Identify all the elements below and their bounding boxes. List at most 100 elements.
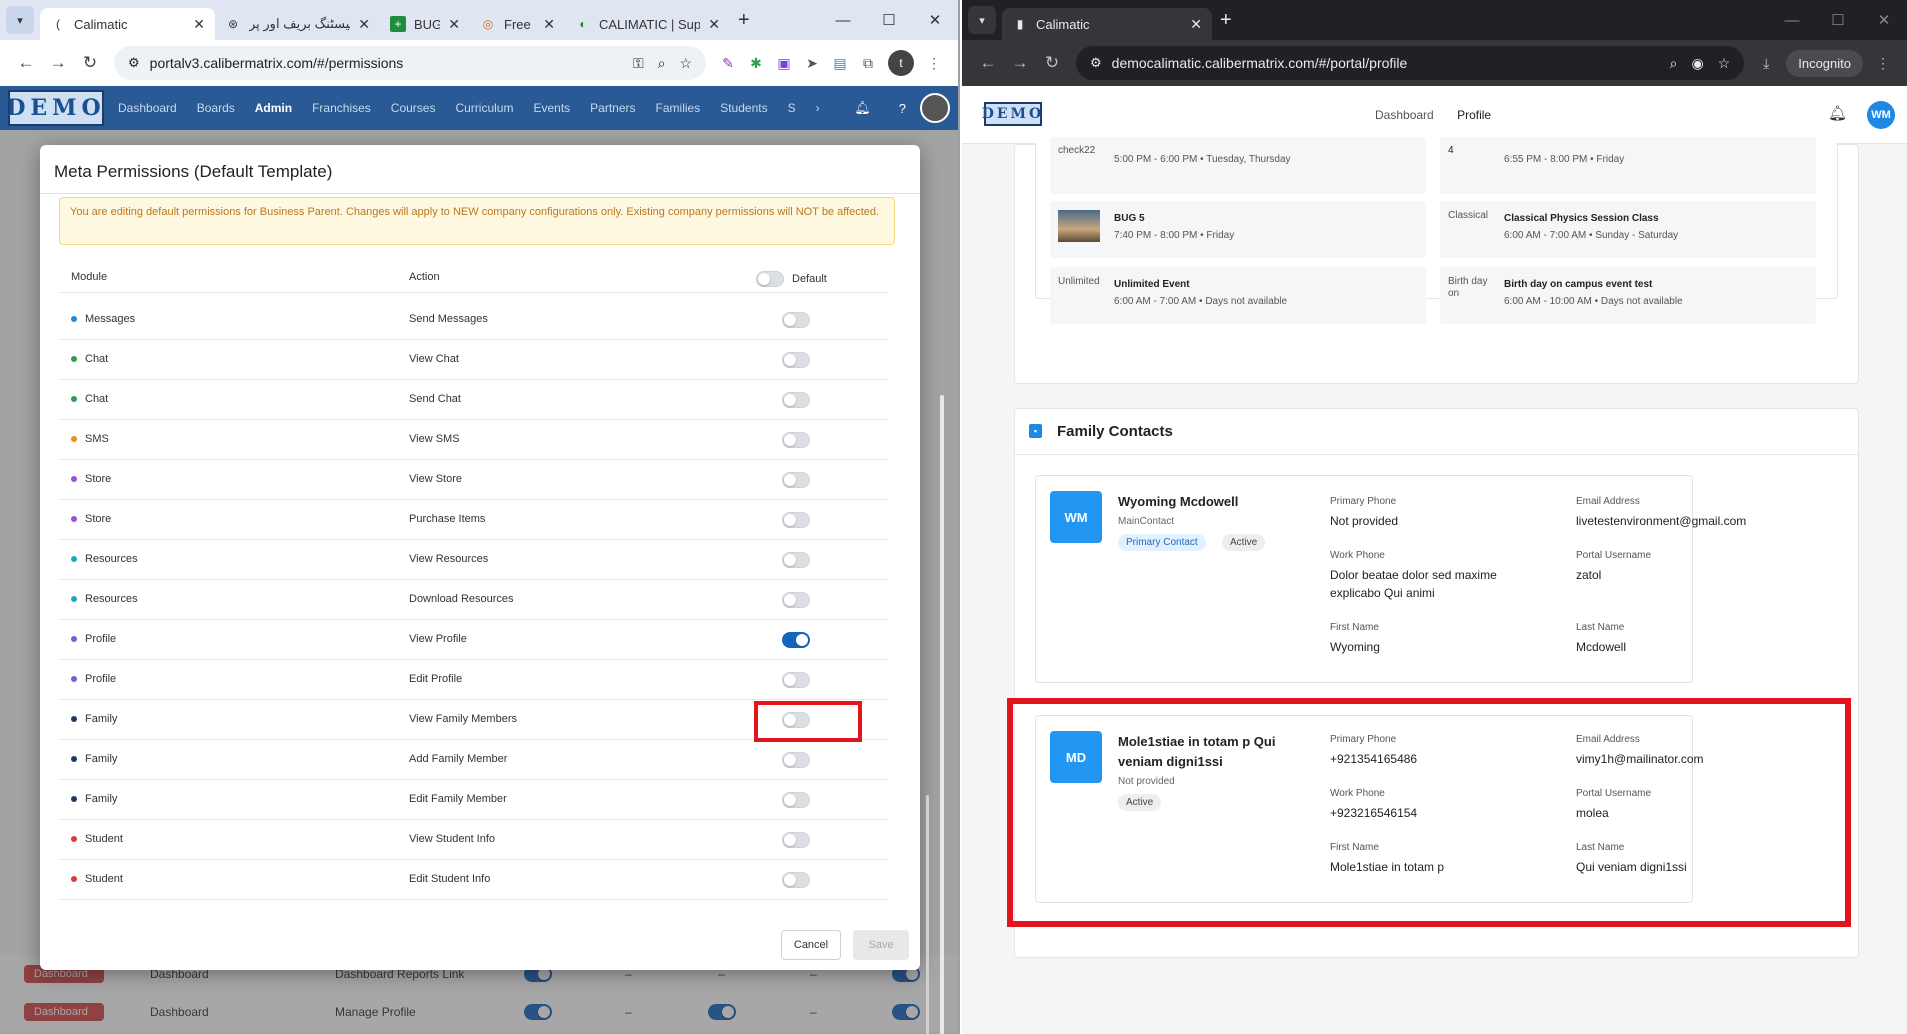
default-all-toggle[interactable] [756, 271, 784, 287]
default-permission-toggle[interactable] [782, 672, 810, 688]
nav-dashboard[interactable]: Dashboard [118, 101, 177, 115]
site-info-icon[interactable]: ⚙ [128, 55, 140, 71]
module-name: SMS [85, 433, 109, 445]
nav-profile[interactable]: Profile [1457, 108, 1491, 122]
event-card[interactable]: Unlimited Unlimited Event 6:00 AM - 7:00… [1050, 267, 1426, 324]
browser-menu-icon[interactable]: ⋮ [920, 55, 948, 72]
site-info-icon[interactable]: ⚙ [1090, 55, 1102, 71]
forward-icon[interactable]: → [42, 53, 74, 73]
extensions-puzzle-icon[interactable]: ⧉ [854, 55, 882, 72]
bug-extension-icon[interactable]: ✱ [742, 55, 770, 72]
default-permission-toggle[interactable] [782, 312, 810, 328]
back-icon[interactable]: ← [10, 53, 42, 73]
zoom-icon[interactable]: ⌕ [1670, 55, 1678, 72]
nav-events[interactable]: Events [533, 101, 570, 115]
notification-bell-icon[interactable]: 🔔︎ [1828, 104, 1847, 122]
close-tab-icon[interactable]: ✕ [358, 16, 370, 33]
default-permission-toggle[interactable] [782, 592, 810, 608]
event-thumbnail [1058, 210, 1100, 242]
default-permission-toggle[interactable] [782, 752, 810, 768]
nav-more[interactable]: S [788, 101, 796, 115]
default-permission-toggle[interactable] [782, 632, 810, 648]
event-card[interactable]: 4 6:55 PM - 8:00 PM • Friday [1440, 137, 1816, 194]
pen-extension-icon[interactable]: ✎ [714, 55, 742, 72]
right-browser-window: ▾ ▮ Calimatic ✕ + — ☐ ✕ ← → ↻ ⚙ democali… [962, 0, 1907, 1034]
default-permission-toggle[interactable] [782, 352, 810, 368]
minimize-icon[interactable]: — [820, 12, 866, 29]
nav-families[interactable]: Families [656, 101, 701, 115]
reload-icon[interactable]: ↻ [1036, 53, 1068, 73]
event-card[interactable]: Birth day on Birth day on campus event t… [1440, 267, 1816, 324]
maximize-icon[interactable]: ☐ [1815, 11, 1861, 29]
tab-calimatic-super[interactable]: ◐ CALIMATIC | Super ✕ [565, 8, 730, 40]
password-key-icon[interactable]: ⚿ [633, 55, 644, 72]
incognito-badge[interactable]: Incognito [1786, 49, 1863, 77]
nav-curriculum[interactable]: Curriculum [455, 101, 513, 115]
default-permission-toggle[interactable] [782, 472, 810, 488]
default-permission-toggle[interactable] [782, 832, 810, 848]
notification-bell-icon[interactable]: 🔔︎ [854, 100, 871, 116]
close-tab-icon[interactable]: ✕ [448, 16, 460, 33]
cancel-button[interactable]: Cancel [781, 930, 841, 960]
help-icon[interactable]: ? [899, 101, 906, 116]
cursor-extension-icon[interactable]: ➤ [798, 55, 826, 72]
event-card[interactable]: BUG 5 7:40 PM - 8:00 PM • Friday [1050, 201, 1426, 258]
user-avatar[interactable]: WM [1867, 101, 1895, 129]
event-card[interactable]: Classical Classical Physics Session Clas… [1440, 201, 1816, 258]
nav-admin[interactable]: Admin [255, 101, 292, 115]
user-avatar[interactable] [920, 93, 950, 123]
address-bar[interactable]: ⚙ democalimatic.calibermatrix.com/#/port… [1076, 46, 1745, 80]
close-window-icon[interactable]: ✕ [1861, 11, 1907, 29]
download-icon[interactable]: ⤓ [1752, 55, 1780, 72]
tab-calimatic[interactable]: ( Calimatic ✕ [40, 8, 215, 40]
maximize-icon[interactable]: ☐ [866, 11, 912, 29]
demo-logo[interactable]: DEMO [982, 102, 1042, 126]
demo-logo[interactable]: DEMO [6, 90, 104, 126]
profile-avatar[interactable]: t [888, 50, 914, 76]
table-scrollbar-thumb[interactable] [926, 795, 929, 1034]
default-permission-toggle[interactable] [782, 432, 810, 448]
tab-free[interactable]: ◎ Free ✕ [470, 8, 565, 40]
tab-search-button[interactable]: ▾ [968, 6, 996, 34]
module-color-dot-icon [71, 796, 77, 802]
address-bar[interactable]: ⚙ portalv3.calibermatrix.com/#/permissio… [114, 46, 706, 80]
zoom-icon[interactable]: ⌕ [658, 55, 666, 72]
nav-partners[interactable]: Partners [590, 101, 635, 115]
tab-search-button[interactable]: ▾ [6, 6, 34, 34]
browser-menu-icon[interactable]: ⋮ [1869, 55, 1897, 72]
nav-franchises[interactable]: Franchises [312, 101, 371, 115]
close-tab-icon[interactable]: ✕ [543, 16, 555, 33]
reload-icon[interactable]: ↻ [74, 53, 106, 73]
edit-extension-icon[interactable]: ▣ [770, 55, 798, 72]
new-tab-button[interactable]: + [738, 9, 750, 32]
nav-students[interactable]: Students [720, 101, 767, 115]
bookmark-star-icon[interactable]: ☆ [1718, 55, 1731, 72]
back-icon[interactable]: ← [972, 53, 1004, 73]
new-tab-button[interactable]: + [1220, 9, 1232, 32]
default-permission-toggle[interactable] [782, 392, 810, 408]
nav-courses[interactable]: Courses [391, 101, 436, 115]
fj-extension-icon[interactable]: ▤ [826, 55, 854, 72]
nav-boards[interactable]: Boards [197, 101, 235, 115]
forward-icon[interactable]: → [1004, 53, 1036, 73]
nav-scroll-right-icon[interactable]: › [816, 101, 820, 115]
close-tab-icon[interactable]: ✕ [1190, 16, 1202, 33]
tab-calimatic[interactable]: ▮ Calimatic ✕ [1002, 8, 1212, 40]
modal-scrollbar[interactable] [940, 395, 944, 1034]
close-window-icon[interactable]: ✕ [912, 11, 958, 29]
close-tab-icon[interactable]: ✕ [708, 16, 720, 33]
tracking-protection-icon[interactable]: ◉ [1691, 55, 1703, 72]
save-button[interactable]: Save [853, 930, 909, 960]
default-permission-toggle[interactable] [782, 552, 810, 568]
tab-bug[interactable]: + BUG ✕ [380, 8, 470, 40]
permission-row: SMS View SMS [59, 420, 889, 460]
default-permission-toggle[interactable] [782, 792, 810, 808]
default-permission-toggle[interactable] [782, 512, 810, 528]
nav-dashboard[interactable]: Dashboard [1375, 108, 1434, 122]
tab-testing-brief[interactable]: ⊛ ٹیسٹنگ بریف اور پر ✕ [215, 8, 380, 40]
bookmark-star-icon[interactable]: ☆ [679, 55, 692, 72]
default-permission-toggle[interactable] [782, 872, 810, 888]
close-tab-icon[interactable]: ✕ [193, 16, 205, 33]
event-card[interactable]: check22 5:00 PM - 6:00 PM • Tuesday, Thu… [1050, 137, 1426, 194]
minimize-icon[interactable]: — [1769, 12, 1815, 29]
